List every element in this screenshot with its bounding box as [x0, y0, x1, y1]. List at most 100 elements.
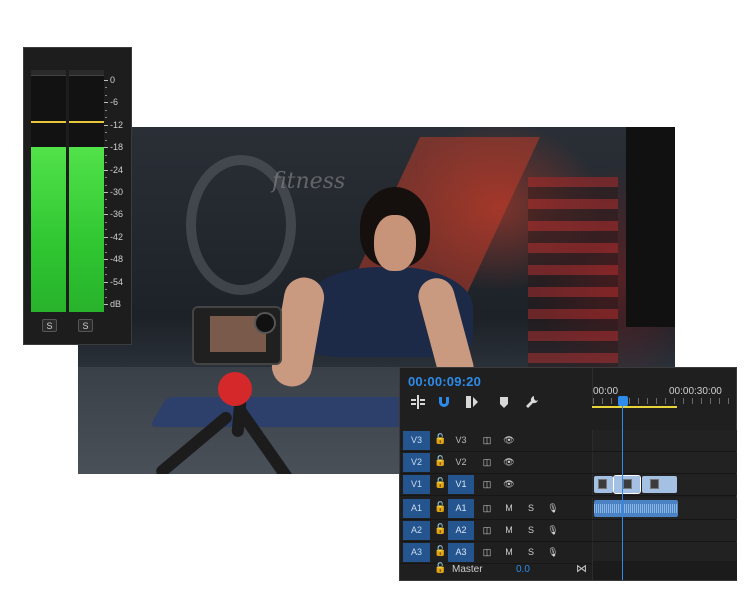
- db-minor-tick: [105, 289, 107, 291]
- timeline-header: 00:00:09:20: [400, 368, 592, 424]
- lock-icon[interactable]: 🔓: [434, 477, 446, 491]
- track-target-v2[interactable]: V2: [403, 453, 430, 472]
- video-clip[interactable]: [642, 476, 677, 493]
- solo-button-left[interactable]: S: [42, 319, 57, 332]
- master-volume-value[interactable]: 0.0: [516, 564, 530, 575]
- master-label: Master: [452, 564, 483, 575]
- solo-button[interactable]: S: [524, 545, 538, 559]
- eye-icon[interactable]: 👁: [502, 455, 516, 469]
- db-tick-label: -42: [103, 231, 124, 242]
- source-patch-a2[interactable]: A2: [448, 521, 474, 540]
- db-minor-tick: [105, 94, 107, 96]
- punching-bag: [626, 127, 675, 327]
- peak-hold-line: [69, 121, 104, 124]
- track-lane-a3[interactable]: [592, 542, 737, 563]
- audio-clip[interactable]: [594, 500, 678, 517]
- lock-icon[interactable]: 🔓: [434, 455, 446, 469]
- sync-lock-icon[interactable]: ◫: [480, 477, 494, 491]
- fx-badge-icon: [598, 479, 607, 489]
- track-target-a3[interactable]: A3: [403, 543, 430, 562]
- meter-level-fill: [31, 147, 66, 312]
- eye-icon[interactable]: 👁: [502, 477, 516, 491]
- lock-icon[interactable]: 🔓: [434, 433, 446, 447]
- db-tick-label: -24: [103, 164, 124, 175]
- clip-indicator[interactable]: [31, 70, 66, 76]
- master-lane[interactable]: [592, 561, 737, 580]
- mute-button[interactable]: M: [502, 501, 516, 515]
- sync-lock-icon[interactable]: ◫: [480, 455, 494, 469]
- db-minor-tick: [105, 117, 107, 119]
- clip-indicator[interactable]: [69, 70, 104, 76]
- db-minor-tick: [105, 229, 107, 231]
- source-patch-a3[interactable]: A3: [448, 543, 474, 562]
- track-target-a2[interactable]: A2: [403, 521, 430, 540]
- source-patch-v2[interactable]: V2: [448, 453, 474, 472]
- db-tick-label: 0: [103, 75, 116, 85]
- sync-lock-icon[interactable]: ◫: [480, 523, 494, 537]
- track-target-a1[interactable]: A1: [403, 499, 430, 518]
- track-lane-v3[interactable]: [592, 430, 737, 451]
- eye-icon[interactable]: 👁: [502, 433, 516, 447]
- sync-lock-icon[interactable]: ◫: [480, 433, 494, 447]
- lock-icon[interactable]: 🔓: [434, 523, 446, 537]
- playhead-line[interactable]: [622, 398, 623, 580]
- db-minor-tick: [105, 296, 107, 298]
- track-lane-a2[interactable]: [592, 520, 737, 541]
- source-patch-a1[interactable]: A1: [448, 499, 474, 518]
- db-tick-label: -48: [103, 254, 124, 265]
- go-to-end-icon[interactable]: ⋈: [576, 562, 587, 575]
- db-minor-tick: [105, 221, 107, 223]
- track-lane-v2[interactable]: [592, 452, 737, 473]
- solo-button[interactable]: S: [524, 523, 538, 537]
- db-minor-tick: [105, 154, 107, 156]
- source-patch-v3[interactable]: V3: [448, 431, 474, 450]
- video-clip-selected[interactable]: [613, 475, 641, 494]
- db-minor-tick: [105, 177, 107, 179]
- db-minor-tick: [105, 184, 107, 186]
- playhead-timecode[interactable]: 00:00:09:20: [408, 374, 481, 389]
- track-a2: A2 🔓 A2 ◫ M S 🎙: [400, 520, 737, 542]
- wrench-icon[interactable]: [522, 392, 542, 412]
- source-patch-v1[interactable]: V1: [448, 475, 474, 494]
- db-tick-label: -12: [103, 119, 124, 130]
- track-lane-v1[interactable]: [592, 474, 737, 495]
- db-tick-label: -6: [103, 97, 119, 108]
- solo-button[interactable]: S: [524, 501, 538, 515]
- track-v3: V3 🔓 V3 ◫ 👁: [400, 430, 737, 452]
- track-target-v3[interactable]: V3: [403, 431, 430, 450]
- db-tick-label: -36: [103, 209, 124, 220]
- db-minor-tick: [105, 274, 107, 276]
- db-minor-tick: [105, 109, 107, 111]
- track-lane-a1[interactable]: [592, 498, 737, 519]
- work-area-bar[interactable]: [592, 406, 677, 408]
- video-clip[interactable]: [594, 476, 613, 493]
- camera: [192, 306, 282, 365]
- lock-icon[interactable]: 🔓: [434, 545, 446, 559]
- db-tick-label: dB: [103, 299, 122, 309]
- linked-selection-icon[interactable]: [462, 392, 482, 412]
- wall-logo: fitness: [272, 169, 346, 194]
- track-target-v1[interactable]: V1: [403, 475, 430, 494]
- db-tick-label: -54: [103, 276, 124, 287]
- marker-icon[interactable]: [494, 392, 514, 412]
- magnet-icon[interactable]: [434, 392, 454, 412]
- mute-button[interactable]: M: [502, 545, 516, 559]
- insert-snap-icon[interactable]: [408, 392, 428, 412]
- microphone-icon[interactable]: 🎙: [546, 523, 560, 537]
- camera-lens: [254, 312, 276, 334]
- lock-icon[interactable]: 🔓: [434, 501, 446, 515]
- sync-lock-icon[interactable]: ◫: [480, 545, 494, 559]
- mute-button[interactable]: M: [502, 523, 516, 537]
- db-minor-tick: [105, 206, 107, 208]
- time-ruler[interactable]: 00:00 00:00:30:00: [592, 368, 737, 408]
- microphone-icon[interactable]: 🎙: [546, 501, 560, 515]
- solo-button-right[interactable]: S: [78, 319, 93, 332]
- sync-lock-icon[interactable]: ◫: [480, 501, 494, 515]
- ruler-label-30s: 00:00:30:00: [669, 386, 722, 397]
- track-v1: V1 🔓 V1 ◫ 👁: [400, 474, 737, 496]
- playhead-handle[interactable]: [618, 396, 628, 406]
- db-minor-tick: [105, 244, 107, 246]
- timeline-panel: 00:00:09:20 00:00 00:00:30:00 V3 �: [399, 367, 737, 581]
- microphone-icon[interactable]: 🎙: [546, 545, 560, 559]
- lock-icon[interactable]: 🔓: [434, 563, 446, 574]
